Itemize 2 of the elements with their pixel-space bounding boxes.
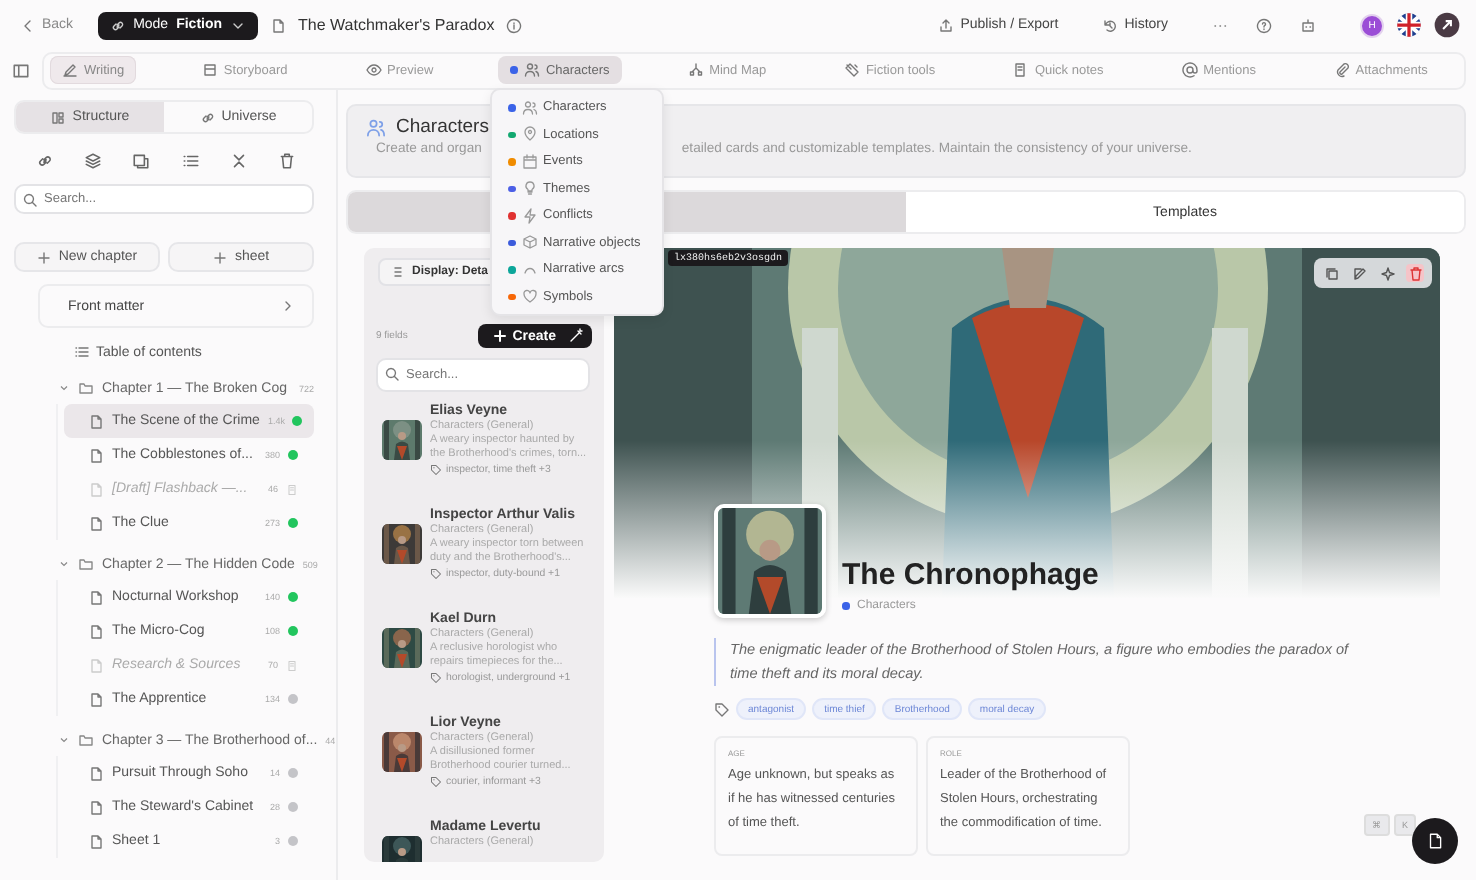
- section-title: Characters: [396, 116, 489, 138]
- document-title: The Watchmaker's Paradox: [298, 16, 495, 34]
